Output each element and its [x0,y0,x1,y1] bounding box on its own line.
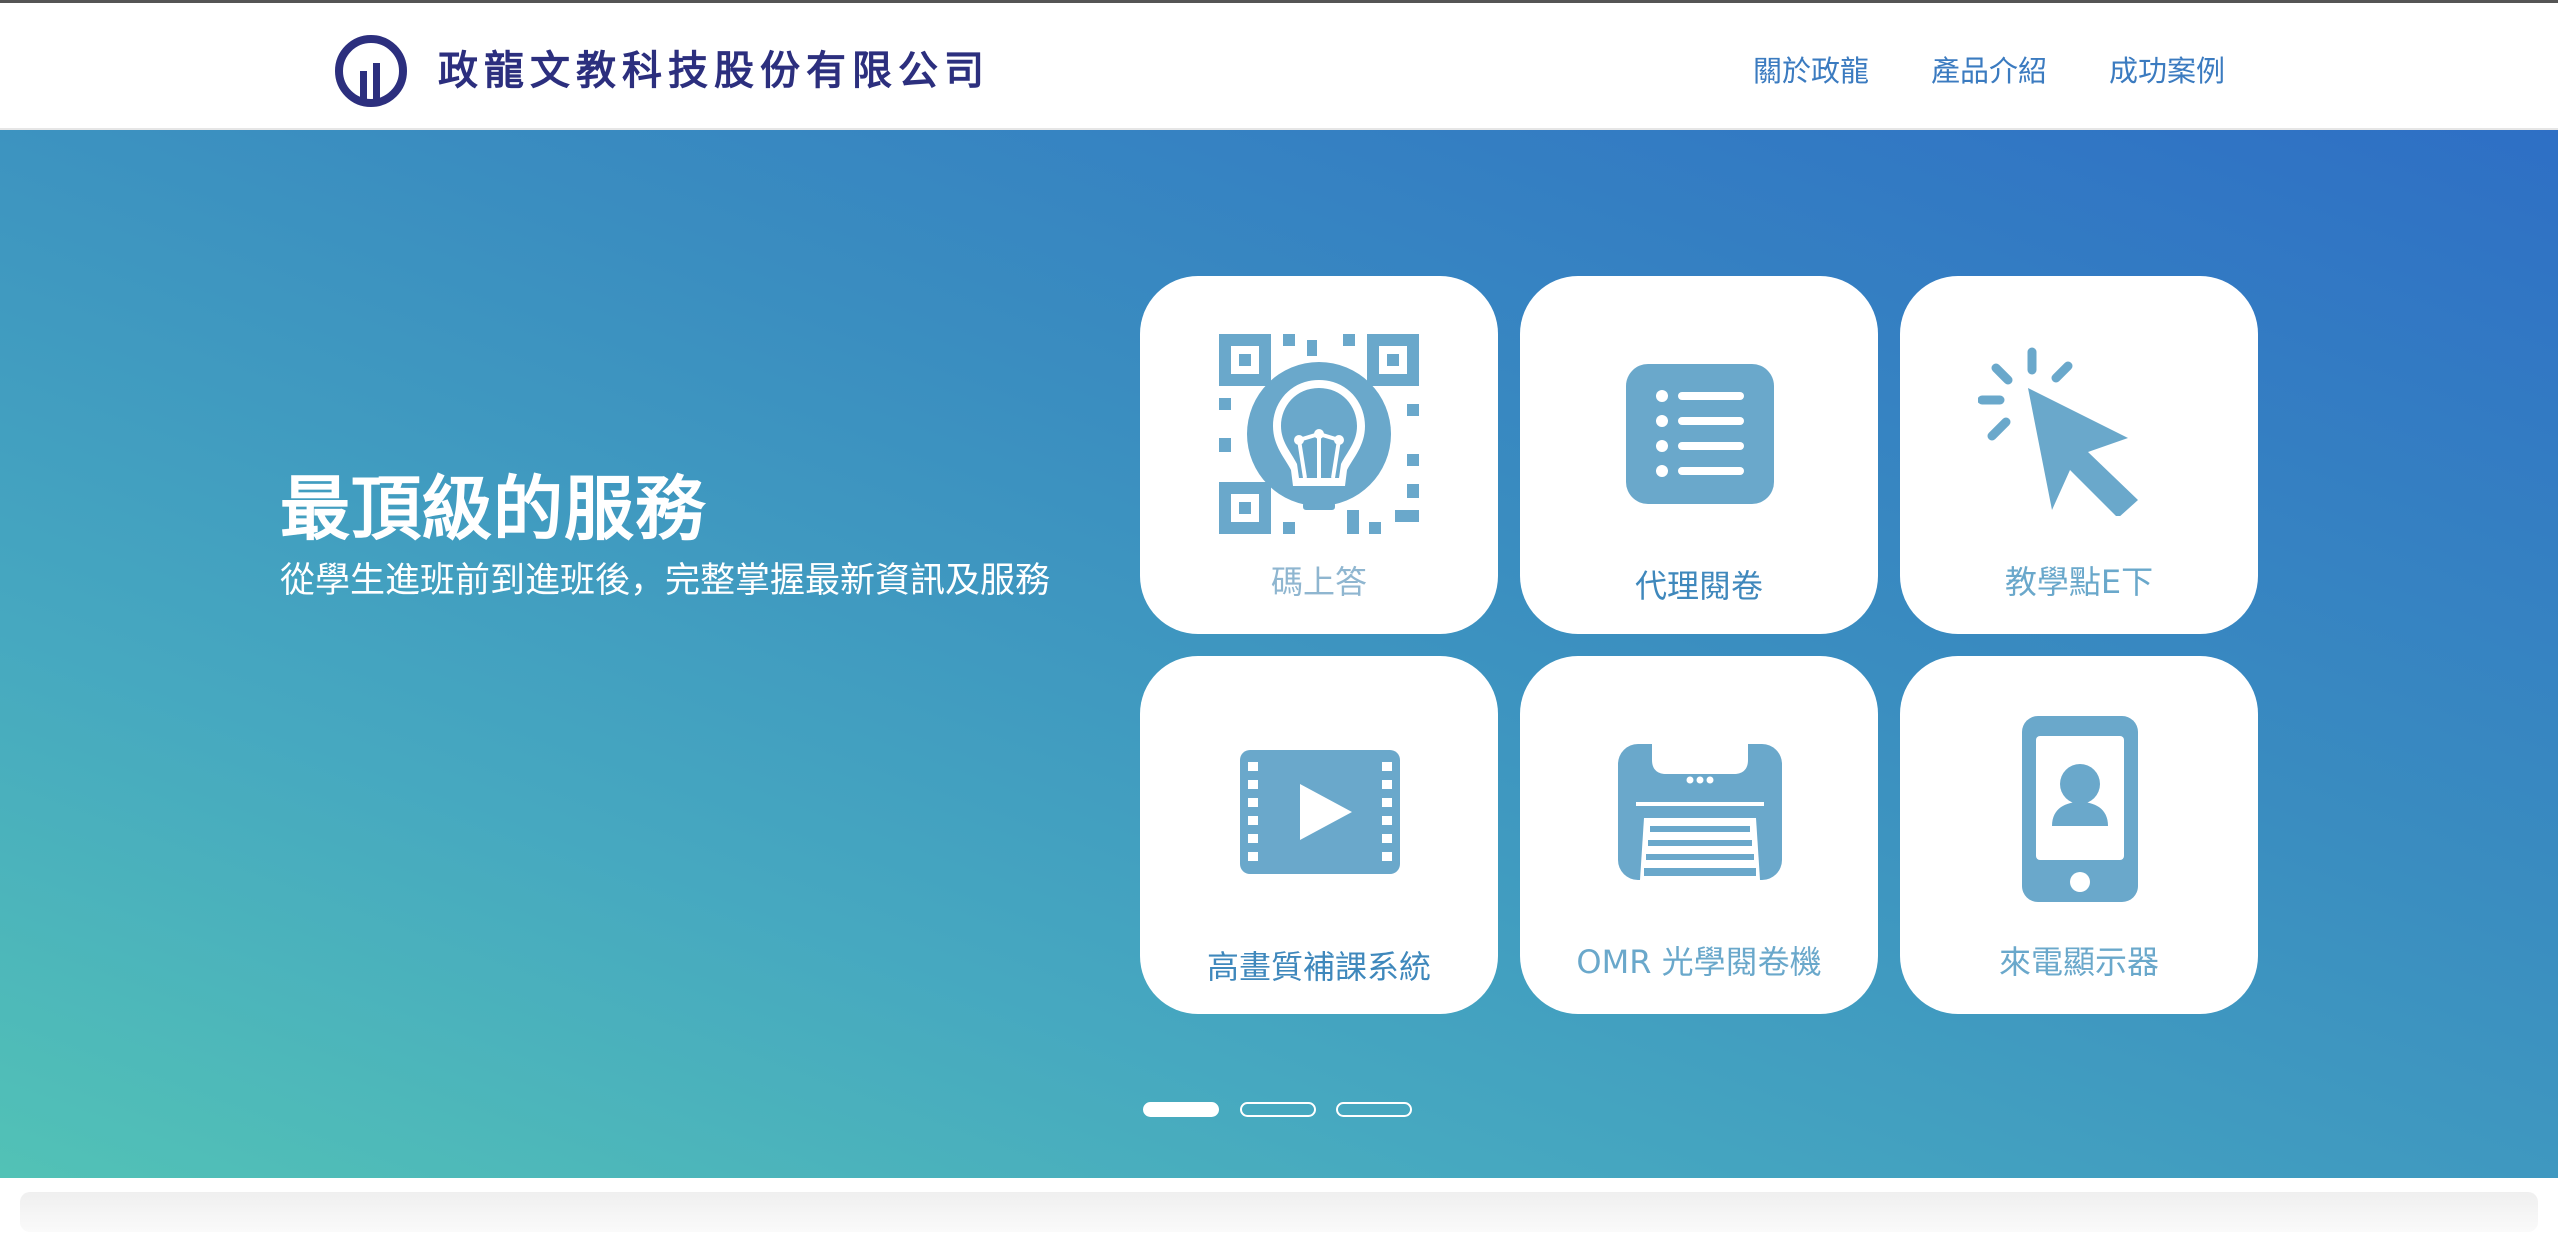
nav-cases[interactable]: 成功案例 [2109,51,2225,91]
qr-lightbulb-icon [1219,334,1419,534]
product-label: 高畫質補課系統 [1206,948,1431,986]
company-name[interactable]: 政龍文教科技股份有限公司 [438,43,990,99]
scanner-icon [1618,744,1782,880]
product-card-hd-makeup[interactable]: 高畫質補課系統 [1140,656,1498,1014]
product-card-qr-answer[interactable]: 碼上答 [1140,276,1498,634]
carousel-indicator-2[interactable] [1240,1102,1316,1117]
cursor-click-icon [1978,347,2138,516]
next-section-panel [20,1192,2538,1232]
hero-title: 最頂級的服務 [280,468,706,550]
product-card-proxy-grading[interactable]: 代理閱卷 [1520,276,1878,634]
product-label: OMR 光學閱卷機 [1576,943,1822,981]
carousel-indicator-1[interactable] [1143,1102,1219,1117]
product-label: 教學點E下 [2004,563,2154,601]
site-header: 政龍文教科技股份有限公司 關於政龍 產品介紹 成功案例 [0,3,2558,130]
video-play-icon [1240,750,1400,874]
nav-about[interactable]: 關於政龍 [1753,51,1869,91]
product-card-caller-id[interactable]: 來電顯示器 [1900,656,2258,1014]
product-label: 代理閱卷 [1634,567,1763,605]
nav-products[interactable]: 產品介紹 [1931,51,2047,91]
product-label: 來電顯示器 [1998,943,2159,981]
company-logo-icon[interactable] [333,33,409,109]
product-card-teaching-click[interactable]: 教學點E下 [1900,276,2258,634]
product-label: 碼上答 [1270,563,1367,601]
hero-subtitle: 從學生進班前到進班後，完整掌握最新資訊及服務 [280,561,1051,601]
product-card-omr-scanner[interactable]: OMR 光學閱卷機 [1520,656,1878,1014]
carousel-indicator-3[interactable] [1336,1102,1412,1117]
phone-contact-icon [2022,716,2138,902]
list-icon [1626,364,1774,504]
